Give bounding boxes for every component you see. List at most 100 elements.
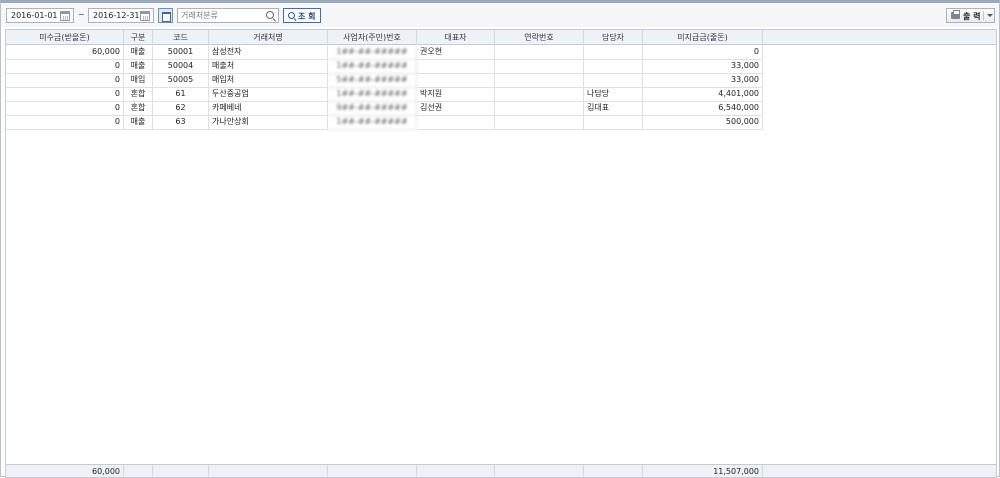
footer-cell bbox=[417, 465, 495, 478]
col-ceo[interactable]: 대표자 bbox=[417, 30, 495, 45]
cell-code: 50004 bbox=[153, 59, 209, 74]
col-type[interactable]: 구분 bbox=[124, 30, 153, 45]
table-row[interactable]: 60,000 매출 50001 삼성전자 1##-##-##### 권오현 0 bbox=[6, 45, 763, 60]
col-receivable[interactable]: 미수금(받을돈) bbox=[6, 30, 124, 45]
cell-bizno: 5##-##-##### bbox=[328, 73, 417, 88]
cell-name: 매입처 bbox=[209, 73, 328, 88]
col-code[interactable]: 코드 bbox=[153, 30, 209, 45]
cell-payable: 33,000 bbox=[643, 73, 763, 88]
cell-code: 50001 bbox=[153, 45, 209, 60]
cell-bizno: 1##-##-##### bbox=[328, 59, 417, 74]
calendar-picker-button[interactable] bbox=[158, 8, 173, 23]
cell-receivable: 60,000 bbox=[6, 45, 124, 60]
table-row[interactable]: 0 매출 50004 매출처 1##-##-##### 33,000 bbox=[6, 59, 763, 74]
col-bizno[interactable]: 사업자(주민)번호 bbox=[328, 30, 417, 45]
divider bbox=[983, 11, 984, 20]
cell-name: 가나안상회 bbox=[209, 115, 328, 130]
cell-phone bbox=[495, 45, 584, 60]
cell-manager bbox=[584, 73, 643, 88]
calendar-icon[interactable] bbox=[140, 11, 150, 21]
window-frame: 2016-01-01 ~ 2016-12-31 조 회 출 력 미수금(받을돈)… bbox=[0, 0, 1000, 478]
cell-phone bbox=[495, 73, 584, 88]
query-button[interactable]: 조 회 bbox=[283, 8, 321, 23]
footer-cell bbox=[495, 465, 584, 478]
customer-category-input[interactable] bbox=[181, 10, 263, 21]
cell-type: 매출 bbox=[124, 115, 153, 130]
cell-type: 혼합 bbox=[124, 101, 153, 116]
cell-manager bbox=[584, 59, 643, 74]
cell-payable: 6,540,000 bbox=[643, 101, 763, 116]
payable-total: 11,507,000 bbox=[643, 465, 763, 478]
cell-ceo: 권오현 bbox=[417, 45, 495, 60]
table-row[interactable]: 0 혼합 62 카페베네 9##-##-##### 김선권 김대표 6,540,000 bbox=[6, 101, 763, 116]
cell-payable: 500,000 bbox=[643, 115, 763, 130]
date-separator: ~ bbox=[78, 10, 85, 19]
col-manager[interactable]: 담당자 bbox=[584, 30, 643, 45]
cell-ceo bbox=[417, 73, 495, 88]
cell-receivable: 0 bbox=[6, 59, 124, 74]
col-name[interactable]: 거래처명 bbox=[209, 30, 328, 45]
footer-cell bbox=[209, 465, 328, 478]
footer-cell bbox=[584, 465, 643, 478]
col-payable[interactable]: 미지급금(줄돈) bbox=[643, 30, 763, 45]
print-button[interactable]: 출 력 bbox=[946, 8, 995, 23]
cell-manager bbox=[584, 115, 643, 130]
cell-receivable: 0 bbox=[6, 87, 124, 102]
cell-name: 삼성전자 bbox=[209, 45, 328, 60]
search-icon bbox=[288, 12, 295, 19]
query-label: 조 회 bbox=[298, 12, 316, 21]
grid-header: 미수금(받을돈) 구분 코드 거래처명 사업자(주민)번호 대표자 연락번호 담… bbox=[6, 30, 996, 45]
cell-type: 매입 bbox=[124, 73, 153, 88]
cell-phone bbox=[495, 115, 584, 130]
cell-type: 매출 bbox=[124, 59, 153, 74]
footer-cell bbox=[153, 465, 209, 478]
cell-manager bbox=[584, 45, 643, 60]
cell-type: 혼합 bbox=[124, 87, 153, 102]
col-phone[interactable]: 연락번호 bbox=[495, 30, 584, 45]
search-icon[interactable] bbox=[266, 11, 274, 19]
cell-phone bbox=[495, 87, 584, 102]
grid-footer: 60,000 11,507,000 bbox=[6, 464, 996, 478]
table-row[interactable]: 0 매출 63 가나안상회 1##-##-##### 500,000 bbox=[6, 115, 763, 130]
printer-icon bbox=[951, 10, 960, 19]
cell-type: 매출 bbox=[124, 45, 153, 60]
cell-receivable: 0 bbox=[6, 115, 124, 130]
footer-cell bbox=[328, 465, 417, 478]
print-label: 출 력 bbox=[963, 12, 981, 21]
toolbar: 2016-01-01 ~ 2016-12-31 조 회 출 력 bbox=[1, 3, 999, 27]
cell-code: 61 bbox=[153, 87, 209, 102]
cell-bizno: 1##-##-##### bbox=[328, 87, 417, 102]
date-from-value: 2016-01-01 bbox=[11, 11, 58, 20]
date-to-field[interactable]: 2016-12-31 bbox=[88, 8, 154, 23]
date-to-value: 2016-12-31 bbox=[93, 11, 140, 20]
cell-ceo: 김선권 bbox=[417, 101, 495, 116]
table-row[interactable]: 0 매입 50005 매입처 5##-##-##### 33,000 bbox=[6, 73, 763, 88]
cell-receivable: 0 bbox=[6, 73, 124, 88]
cell-name: 두산중공업 bbox=[209, 87, 328, 102]
cell-bizno: 1##-##-##### bbox=[328, 45, 417, 60]
date-from-field[interactable]: 2016-01-01 bbox=[6, 8, 74, 23]
table-row[interactable]: 0 혼합 61 두산중공업 1##-##-##### 박지원 나담당 4,401,000 bbox=[6, 87, 763, 102]
customer-balance-grid: 미수금(받을돈) 구분 코드 거래처명 사업자(주민)번호 대표자 연락번호 담… bbox=[5, 29, 997, 478]
cell-ceo bbox=[417, 115, 495, 130]
cell-manager: 김대표 bbox=[584, 101, 643, 116]
cell-name: 카페베네 bbox=[209, 101, 328, 116]
cell-ceo: 박지원 bbox=[417, 87, 495, 102]
cell-phone bbox=[495, 101, 584, 116]
cell-name: 매출처 bbox=[209, 59, 328, 74]
cell-code: 63 bbox=[153, 115, 209, 130]
cell-payable: 33,000 bbox=[643, 59, 763, 74]
receivable-total: 60,000 bbox=[6, 465, 124, 478]
cell-ceo bbox=[417, 59, 495, 74]
cell-receivable: 0 bbox=[6, 101, 124, 116]
calendar-icon[interactable] bbox=[60, 11, 70, 21]
chevron-down-icon[interactable] bbox=[987, 14, 993, 17]
cell-code: 62 bbox=[153, 101, 209, 116]
cell-phone bbox=[495, 59, 584, 74]
customer-category-search[interactable] bbox=[177, 8, 279, 23]
cell-payable: 0 bbox=[643, 45, 763, 60]
cell-manager: 나담당 bbox=[584, 87, 643, 102]
footer-cell bbox=[124, 465, 153, 478]
cell-payable: 4,401,000 bbox=[643, 87, 763, 102]
cell-bizno: 1##-##-##### bbox=[328, 115, 417, 130]
